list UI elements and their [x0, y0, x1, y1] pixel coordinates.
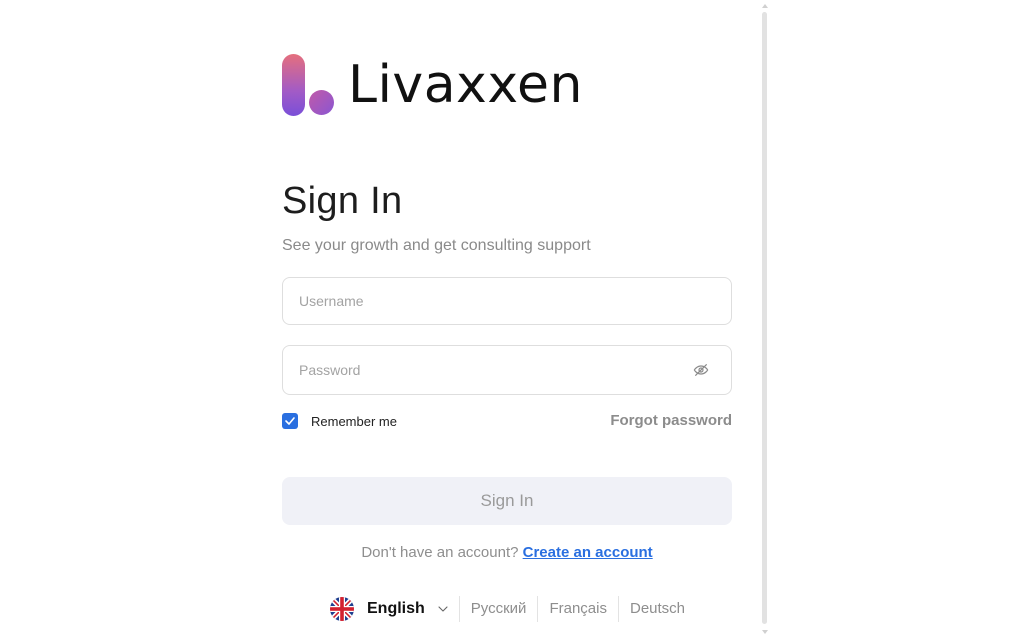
language-option-russian[interactable]: Русский	[458, 596, 538, 622]
remember-me-toggle[interactable]: Remember me	[282, 413, 397, 429]
username-field	[282, 277, 732, 325]
livaxxen-logo-icon	[282, 52, 336, 118]
forgot-password-link[interactable]: Forgot password	[610, 412, 732, 429]
brand-logo: Livaxxen	[282, 52, 583, 118]
remember-me-checkbox[interactable]	[282, 413, 298, 429]
uk-flag-icon	[330, 597, 354, 621]
signup-prompt-text: Don't have an account?	[361, 544, 519, 561]
password-input[interactable]	[283, 346, 691, 394]
signup-prompt: Don't have an account? Create an account	[282, 544, 732, 561]
language-option-german[interactable]: Deutsch	[617, 596, 696, 622]
page-subtitle: See your growth and get consulting suppo…	[282, 237, 591, 254]
eye-off-icon[interactable]	[691, 360, 711, 380]
password-field	[282, 345, 732, 395]
page-title: Sign In	[282, 180, 403, 222]
language-option-french[interactable]: Français	[537, 596, 618, 622]
check-icon	[285, 417, 295, 425]
remember-me-label: Remember me	[311, 413, 397, 429]
scrollbar-thumb[interactable]	[762, 12, 767, 624]
scroll-down-arrow-icon[interactable]	[762, 630, 768, 634]
create-account-link[interactable]: Create an account	[523, 544, 653, 561]
username-input[interactable]	[283, 278, 731, 324]
language-switcher: English Русский Français Deutsch	[330, 594, 696, 624]
current-language-label: English	[367, 600, 425, 617]
scroll-up-arrow-icon[interactable]	[762, 4, 768, 8]
logo-dot-shape	[309, 90, 334, 115]
logo-bar-shape	[282, 54, 305, 116]
vertical-scrollbar[interactable]	[760, 4, 768, 634]
chevron-down-icon	[437, 603, 449, 615]
language-dropdown[interactable]: English	[330, 597, 459, 621]
brand-name: Livaxxen	[348, 55, 583, 115]
sign-in-page: Livaxxen Sign In See your growth and get…	[0, 0, 1024, 641]
sign-in-button[interactable]: Sign In	[282, 477, 732, 525]
